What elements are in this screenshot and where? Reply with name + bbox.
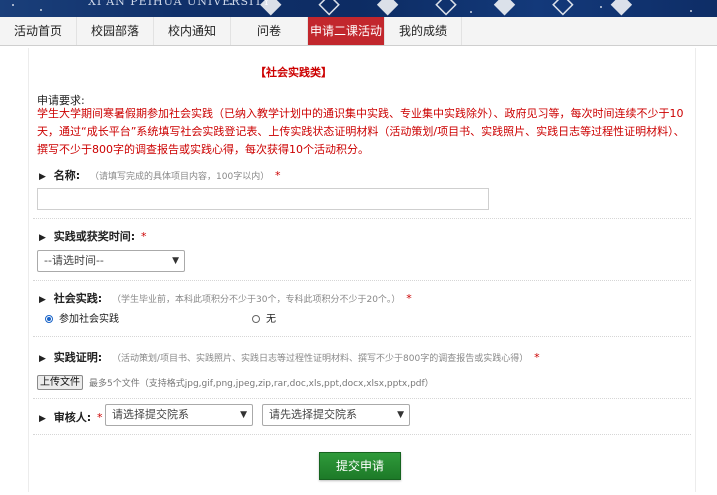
name-row-label: ▶ 名称: （请填写完成的具体项目内容，100字以内） * bbox=[39, 167, 281, 183]
required-marker: * bbox=[406, 292, 412, 305]
radio-participate-label: 参加社会实践 bbox=[59, 314, 119, 325]
department-select[interactable]: 请选择提交院系 ▼ bbox=[105, 404, 253, 426]
department-select-value: 请选择提交院系 bbox=[112, 408, 189, 421]
social-row-label: ▶ 社会实践: （学生毕业前，本科此项积分不少于30个，专科此项积分不少于20个… bbox=[39, 290, 412, 306]
top-nav: 活动首页 校园部落 校内通知 问卷 申请二课活动积 我的成绩 bbox=[0, 17, 717, 66]
triangle-right-icon: ▶ bbox=[39, 414, 46, 424]
upload-note: 最多5个文件（支持格式jpg,gif,png,jpeg,zip,rar,doc,… bbox=[89, 379, 434, 389]
chevron-down-icon: ▼ bbox=[172, 256, 179, 266]
university-name: XI'AN PEIHUA UNIVERSITY bbox=[88, 0, 271, 8]
proof-hint: （活动策划/项目书、实践照片、实践日志等过程性证明材料、撰写不少于800字的调查… bbox=[112, 354, 529, 364]
header-banner: XI'AN PEIHUA UNIVERSITY ◆ ◇ ◆ ◇ ◆ ◇ ◆ bbox=[0, 0, 717, 17]
name-hint: （请填写完成的具体项目内容，100字以内） bbox=[90, 172, 270, 182]
triangle-right-icon: ▶ bbox=[39, 172, 46, 182]
required-marker: * bbox=[141, 230, 147, 243]
chevron-down-icon: ▼ bbox=[397, 410, 404, 420]
triangle-right-icon: ▶ bbox=[39, 295, 46, 305]
triangle-right-icon: ▶ bbox=[39, 354, 46, 364]
reviewer-row-label: ▶ 审核人: * bbox=[39, 409, 103, 425]
time-row-label: ▶ 实践或获奖时间: * bbox=[39, 228, 147, 244]
tab-my-scores[interactable]: 我的成绩 bbox=[385, 17, 462, 45]
social-hint: （学生毕业前，本科此项积分不少于30个，专科此项积分不少于20个。） bbox=[112, 295, 401, 305]
proof-label: 实践证明: bbox=[53, 351, 103, 364]
name-label: 名称: bbox=[53, 169, 81, 182]
time-select-value: --请选时间-- bbox=[44, 254, 104, 267]
radio-participate[interactable]: 参加社会实践 bbox=[45, 310, 119, 325]
required-marker: * bbox=[97, 411, 103, 424]
required-marker: * bbox=[275, 169, 281, 182]
divider bbox=[33, 218, 691, 219]
divider bbox=[33, 336, 691, 337]
radio-none[interactable]: 无 bbox=[252, 310, 276, 325]
submit-button[interactable]: 提交申请 bbox=[319, 452, 401, 480]
time-label: 实践或获奖时间: bbox=[53, 230, 136, 243]
name-input[interactable] bbox=[37, 188, 489, 210]
reviewer-label: 审核人: bbox=[53, 411, 92, 424]
reviewer-select-value: 请先选择提交院系 bbox=[269, 408, 357, 421]
tab-apply-credits[interactable]: 申请二课活动积 bbox=[308, 17, 385, 66]
divider bbox=[33, 398, 691, 399]
tab-campus-notice[interactable]: 校内通知 bbox=[154, 17, 231, 45]
banner-decoration: ◆ ◇ ◆ ◇ ◆ ◇ ◆ bbox=[260, 0, 647, 17]
tab-campus-tribe[interactable]: 校园部落 bbox=[77, 17, 154, 45]
triangle-right-icon: ▶ bbox=[39, 233, 46, 243]
social-label: 社会实践: bbox=[53, 292, 103, 305]
requirement-text: 学生大学期间寒暑假期参加社会实践（已纳入教学计划中的通识集中实践、专业集中实践除… bbox=[37, 107, 685, 156]
category-title: 【社会实践类】 bbox=[255, 66, 332, 79]
time-select[interactable]: --请选时间-- ▼ bbox=[37, 250, 185, 272]
reviewer-select[interactable]: 请先选择提交院系 ▼ bbox=[262, 404, 410, 426]
divider bbox=[33, 434, 691, 435]
divider bbox=[33, 280, 691, 281]
radio-none-label: 无 bbox=[266, 314, 276, 325]
radio-unchecked-icon bbox=[252, 315, 260, 323]
application-form: 【社会实践类】 申请要求: 学生大学期间寒暑假期参加社会实践（已纳入教学计划中的… bbox=[28, 48, 696, 492]
required-marker: * bbox=[534, 351, 540, 364]
radio-checked-icon bbox=[45, 315, 53, 323]
tab-home[interactable]: 活动首页 bbox=[0, 17, 77, 45]
tab-questionnaire[interactable]: 问卷 bbox=[231, 17, 308, 45]
proof-row-label: ▶ 实践证明: （活动策划/项目书、实践照片、实践日志等过程性证明材料、撰写不少… bbox=[39, 349, 540, 365]
upload-file-button[interactable]: 上传文件 bbox=[37, 375, 83, 390]
chevron-down-icon: ▼ bbox=[240, 410, 247, 420]
